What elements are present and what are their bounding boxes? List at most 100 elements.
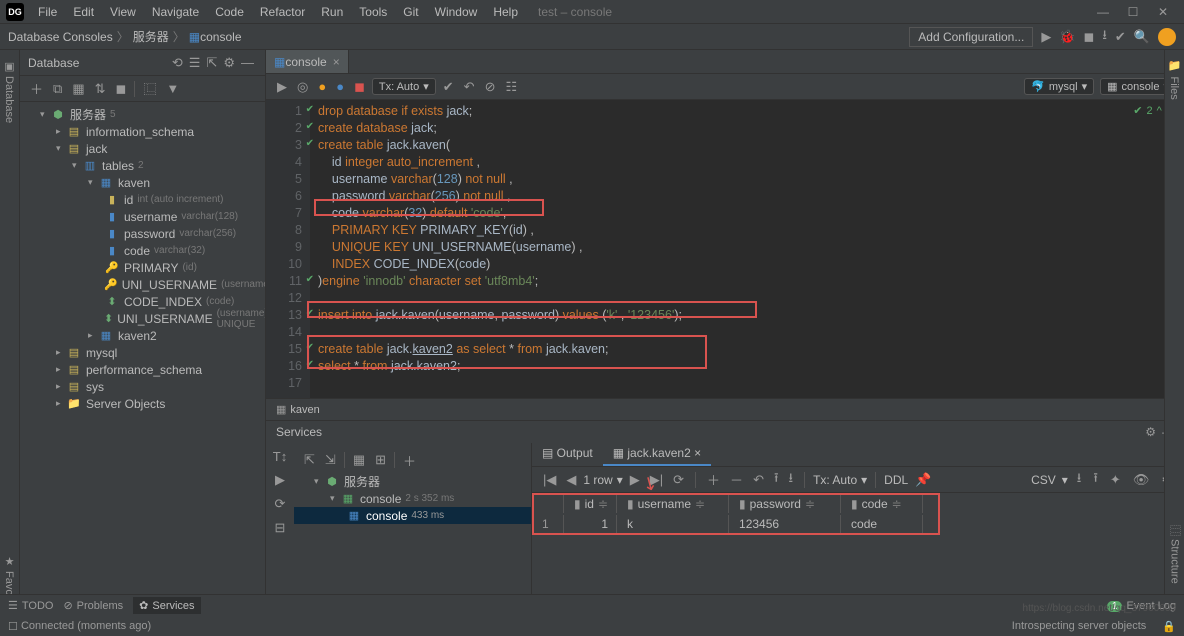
menu-tools[interactable]: Tools bbox=[351, 5, 395, 19]
revert-icon[interactable]: ↶ bbox=[753, 472, 764, 488]
pin-icon[interactable]: ⊞ bbox=[375, 452, 386, 468]
maximize-icon[interactable]: ☐ bbox=[1118, 5, 1148, 19]
menu-edit[interactable]: Edit bbox=[65, 5, 102, 19]
tree-index[interactable]: CODE_INDEX bbox=[124, 295, 202, 309]
tree-column[interactable]: id bbox=[124, 193, 133, 207]
code-line[interactable]: create database jack; bbox=[318, 121, 1176, 138]
code-line[interactable]: PRIMARY KEY PRIMARY_KEY(id) , bbox=[318, 223, 1176, 240]
menu-file[interactable]: File bbox=[30, 5, 65, 19]
code-line[interactable]: UNIQUE KEY UNI_USERNAME(username) , bbox=[318, 240, 1176, 257]
tree-schema[interactable]: performance_schema bbox=[86, 363, 202, 377]
prev-icon[interactable]: ◀ bbox=[566, 472, 576, 488]
breadcrumb-item[interactable]: console bbox=[200, 30, 241, 44]
database-tool-tab[interactable]: ▣ Database bbox=[3, 60, 16, 123]
tx-icon[interactable]: T↕ bbox=[273, 449, 287, 464]
svc-console[interactable]: console bbox=[360, 492, 401, 506]
tree-index[interactable]: UNI_USERNAME bbox=[117, 312, 212, 326]
tree-tables[interactable]: tables bbox=[102, 159, 134, 173]
csv-select[interactable]: CSV bbox=[1031, 473, 1056, 487]
menu-git[interactable]: Git bbox=[395, 5, 426, 19]
execute-cursor-icon[interactable]: ● bbox=[336, 79, 344, 94]
tree-schema-jack[interactable]: jack bbox=[86, 142, 107, 156]
menu-refactor[interactable]: Refactor bbox=[252, 5, 313, 19]
menu-window[interactable]: Window bbox=[427, 5, 486, 19]
structure-tool-tab[interactable]: ⿳ Structure bbox=[1167, 525, 1183, 584]
avatar-icon[interactable] bbox=[1158, 28, 1176, 46]
first-icon[interactable]: |◀ bbox=[543, 472, 556, 488]
diagram-icon[interactable]: ⿺ bbox=[143, 79, 156, 98]
tree-key[interactable]: PRIMARY bbox=[124, 261, 178, 275]
execute-explain-icon[interactable]: ◎ bbox=[297, 79, 308, 95]
hide-icon[interactable]: — bbox=[241, 55, 254, 70]
code-line[interactable] bbox=[318, 376, 1176, 393]
code-line[interactable]: )engine 'innodb' character set 'utf8mb4'… bbox=[318, 274, 1176, 291]
minimize-icon[interactable]: — bbox=[1088, 5, 1118, 19]
filter-icon[interactable]: ▼ bbox=[166, 81, 179, 96]
cancel-icon[interactable]: ⭳ bbox=[789, 469, 794, 491]
code-line[interactable]: password varchar(256) not null , bbox=[318, 189, 1176, 206]
open-console-icon[interactable]: ▦ bbox=[72, 81, 84, 97]
delete-row-icon[interactable]: － bbox=[730, 470, 743, 489]
add-icon[interactable]: ＋ bbox=[30, 79, 43, 98]
svc-server[interactable]: 服务器 bbox=[344, 473, 380, 490]
view-icon[interactable]: 👁 bbox=[1133, 472, 1150, 488]
tree-column[interactable]: username bbox=[124, 210, 177, 224]
code-line[interactable]: username varchar(128) not null , bbox=[318, 172, 1176, 189]
table-row[interactable]: 1 1 k 123456 code bbox=[534, 515, 923, 533]
filter-list-icon[interactable]: ☰ bbox=[189, 55, 201, 71]
tx-label[interactable]: Tx: Auto bbox=[813, 473, 857, 487]
breadcrumb-item[interactable]: 服务器 bbox=[133, 28, 169, 45]
execute-plan-icon[interactable]: ● bbox=[318, 79, 326, 94]
tab-console[interactable]: ▦ console× bbox=[266, 50, 349, 73]
git-commit-icon[interactable]: ✔ bbox=[1115, 29, 1126, 45]
sync-icon[interactable]: ⇅ bbox=[95, 81, 106, 97]
import-icon[interactable]: ⭱ bbox=[1093, 469, 1098, 491]
code-line[interactable]: code varchar(32) default 'code', bbox=[318, 206, 1176, 223]
menu-navigate[interactable]: Navigate bbox=[144, 5, 207, 19]
menu-run[interactable]: Run bbox=[313, 5, 351, 19]
svc-console-sub[interactable]: console bbox=[366, 509, 407, 523]
commit-icon[interactable]: ⭱ bbox=[774, 469, 779, 491]
run-icon[interactable]: ▶ bbox=[1041, 29, 1051, 45]
duplicate-icon[interactable]: ⧉ bbox=[53, 81, 62, 97]
menu-view[interactable]: View bbox=[102, 5, 144, 19]
tab-jack-kaven2[interactable]: ▦ jack.kaven2 × bbox=[603, 443, 711, 466]
pin-icon[interactable]: 📌 bbox=[915, 472, 931, 488]
menu-code[interactable]: Code bbox=[207, 5, 252, 19]
cancel-icon[interactable]: ⊘ bbox=[485, 79, 496, 95]
code-line[interactable]: insert into jack.kaven(username, passwor… bbox=[318, 308, 1176, 325]
tree-schema[interactable]: sys bbox=[86, 380, 104, 394]
next-icon[interactable]: ▶ bbox=[630, 472, 640, 488]
git-update-icon[interactable]: ⭳ bbox=[1102, 26, 1107, 48]
settings-icon[interactable]: ☷ bbox=[505, 79, 517, 95]
gear-icon[interactable]: ⚙ bbox=[1145, 425, 1156, 439]
tree-column[interactable]: code bbox=[124, 244, 150, 258]
tree-key[interactable]: UNI_USERNAME bbox=[122, 278, 217, 292]
reload-icon[interactable]: ⟳ bbox=[673, 472, 684, 488]
datasource-select[interactable]: 🐬 mysql ▾ bbox=[1024, 78, 1094, 95]
tx-mode-select[interactable]: Tx: Auto ▾ bbox=[372, 78, 436, 95]
commit-icon[interactable]: ✔ bbox=[443, 79, 454, 95]
stop-icon[interactable]: ◼ bbox=[354, 79, 365, 95]
tree-schema[interactable]: information_schema bbox=[86, 125, 194, 139]
code-line[interactable]: INDEX CODE_INDEX(code) bbox=[318, 257, 1176, 274]
services-tab[interactable]: ✿ Services bbox=[133, 597, 200, 614]
execute-icon[interactable]: ▶ bbox=[277, 79, 287, 95]
editor-breadcrumb[interactable]: ▦kaven bbox=[266, 398, 1184, 420]
export-icon[interactable]: ⭳ bbox=[1077, 469, 1082, 491]
stop-all-icon[interactable]: ⊟ bbox=[275, 520, 286, 536]
add-row-icon[interactable]: ＋ bbox=[707, 470, 720, 489]
stop-icon[interactable]: ◼ bbox=[1084, 29, 1095, 45]
add-icon[interactable]: ＋ bbox=[403, 451, 416, 470]
gear-icon[interactable]: ⚙ bbox=[223, 55, 235, 71]
jump-to-icon[interactable]: ⇱ bbox=[206, 55, 217, 71]
code-line[interactable]: create table jack.kaven( bbox=[318, 138, 1176, 155]
code-line[interactable]: select * from jack.kaven2; bbox=[318, 359, 1176, 376]
tree-server-objects[interactable]: Server Objects bbox=[86, 397, 165, 411]
todo-tab[interactable]: ☰ TODO bbox=[8, 599, 53, 612]
expand-icon[interactable]: ⇱ bbox=[304, 452, 315, 468]
menu-help[interactable]: Help bbox=[485, 5, 526, 19]
layout-icon[interactable]: ▦ bbox=[353, 452, 365, 468]
tab-output[interactable]: ▤ Output bbox=[532, 443, 603, 466]
run-icon[interactable]: ▶ bbox=[275, 472, 285, 488]
